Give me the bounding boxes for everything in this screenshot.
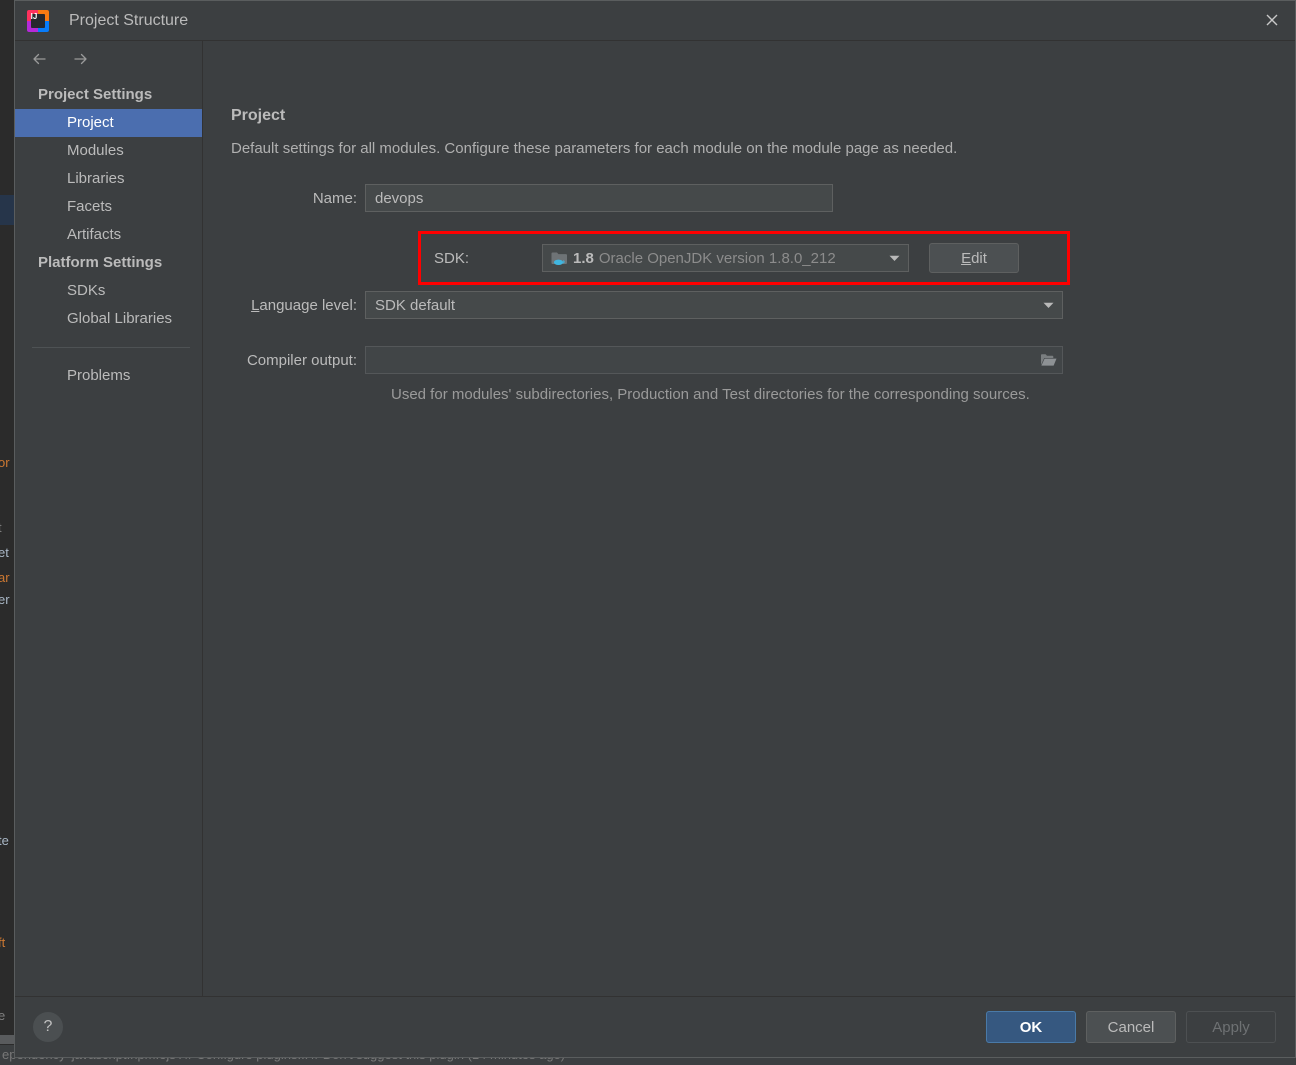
navigation-arrows — [15, 41, 202, 76]
dialog-title: Project Structure — [69, 12, 188, 30]
compiler-output-label: Compiler output: — [229, 352, 357, 369]
sidebar-item-global-libraries[interactable]: Global Libraries — [15, 305, 202, 333]
edit-button-label: dit — [971, 250, 987, 267]
sidebar-nav-list: Project Settings Project Modules Librari… — [15, 76, 202, 390]
settings-sidebar: Project Settings Project Modules Librari… — [15, 41, 203, 996]
project-settings-panel: Project Default settings for all modules… — [203, 41, 1295, 996]
project-name-row: Name: — [203, 184, 1295, 212]
project-sdk-label: SDK: — [434, 250, 535, 267]
compiler-output-hint: Used for modules' subdirectories, Produc… — [391, 386, 1295, 403]
ok-button[interactable]: OK — [986, 1011, 1076, 1043]
ide-code-fragment: ar — [0, 570, 10, 585]
project-sdk-combobox[interactable]: 1.8 Oracle OpenJDK version 1.8.0_212 — [542, 244, 909, 272]
edit-button-mnemonic: E — [961, 250, 971, 267]
project-name-input[interactable] — [365, 184, 833, 212]
dialog-footer: ? OK Cancel Apply — [15, 996, 1295, 1057]
chevron-down-icon[interactable] — [880, 255, 908, 262]
language-level-label-text: anguage level: — [259, 297, 357, 314]
compiler-output-field[interactable] — [365, 346, 1063, 374]
project-sdk-row: SDK: 1.8 Oracle OpenJDK version 1.8.0_21… — [421, 234, 1067, 282]
arrow-right-icon[interactable] — [69, 49, 91, 69]
sidebar-item-modules[interactable]: Modules — [15, 137, 202, 165]
sdk-version-label: 1.8 — [573, 250, 594, 267]
compiler-output-input[interactable] — [366, 352, 1034, 369]
sidebar-item-libraries[interactable]: Libraries — [15, 165, 202, 193]
question-mark-icon[interactable]: ? — [33, 1012, 63, 1042]
project-name-label: Name: — [229, 190, 357, 207]
ide-code-fragment: e — [0, 1008, 5, 1023]
ide-code-fragment: t — [0, 520, 2, 535]
ide-editor-sliver: or t et ar er te ft e — [0, 0, 14, 1045]
intellij-idea-icon: IJ — [27, 10, 49, 32]
sidebar-item-project[interactable]: Project — [15, 109, 202, 137]
ide-code-fragment: te — [0, 833, 9, 848]
jdk-folder-icon — [551, 251, 568, 266]
sidebar-item-sdks[interactable]: SDKs — [15, 277, 202, 305]
sidebar-item-facets[interactable]: Facets — [15, 193, 202, 221]
edit-sdk-button[interactable]: Edit — [929, 243, 1019, 273]
compiler-output-row: Compiler output: — [203, 346, 1295, 374]
sidebar-group-platform-settings: Platform Settings — [15, 249, 202, 277]
page-title: Project — [231, 107, 1295, 125]
page-description: Default settings for all modules. Config… — [231, 140, 1295, 157]
arrow-left-icon[interactable] — [29, 49, 51, 69]
language-level-combobox[interactable]: SDK default — [365, 291, 1063, 319]
sidebar-divider — [32, 347, 190, 348]
cancel-button[interactable]: Cancel — [1086, 1011, 1176, 1043]
language-level-value: SDK default — [375, 297, 455, 314]
ide-highlight-band — [0, 195, 14, 225]
sidebar-item-artifacts[interactable]: Artifacts — [15, 221, 202, 249]
dialog-body: Project Settings Project Modules Librari… — [15, 41, 1295, 996]
sidebar-group-project-settings: Project Settings — [15, 81, 202, 109]
language-level-label: Language level: — [229, 297, 357, 314]
dialog-title-bar: IJ Project Structure — [15, 1, 1295, 41]
ide-code-fragment: or — [0, 455, 10, 470]
folder-open-icon[interactable] — [1034, 347, 1062, 373]
language-level-row: Language level: SDK default — [203, 291, 1295, 319]
ide-code-fragment: er — [0, 592, 10, 607]
sdk-description-label: Oracle OpenJDK version 1.8.0_212 — [599, 250, 836, 267]
apply-button: Apply — [1186, 1011, 1276, 1043]
sidebar-item-problems[interactable]: Problems — [15, 362, 202, 390]
project-structure-dialog: IJ Project Structure — [14, 0, 1296, 1058]
chevron-down-icon[interactable] — [1034, 302, 1062, 309]
ide-code-fragment: et — [0, 545, 9, 560]
sdk-highlight-box: SDK: 1.8 Oracle OpenJDK version 1.8.0_21… — [418, 231, 1070, 285]
close-icon[interactable] — [1249, 1, 1295, 39]
ide-code-fragment: ft — [0, 935, 5, 950]
